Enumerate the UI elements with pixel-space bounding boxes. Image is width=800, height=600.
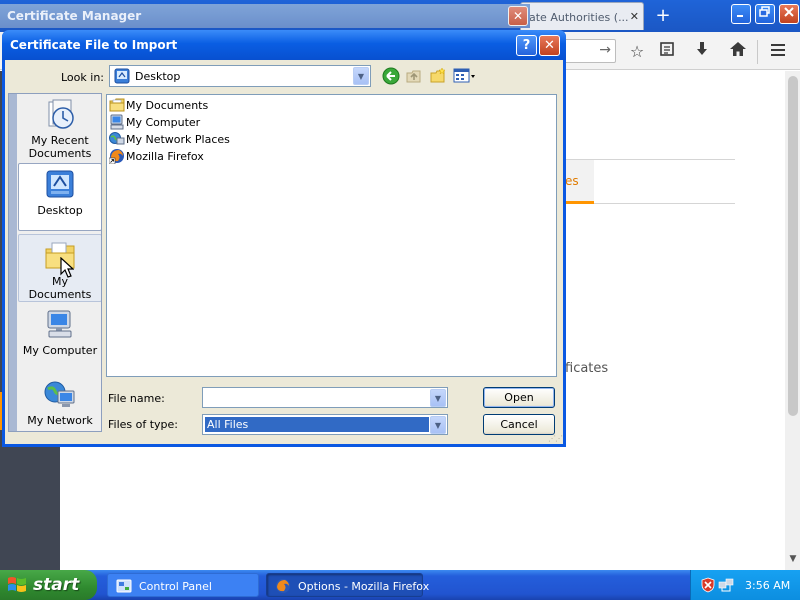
folder-icon	[109, 98, 125, 112]
mouse-pointer-icon	[60, 257, 74, 278]
taskbar-item-label: Options - Mozilla Firefox	[298, 580, 430, 593]
hamburger-menu-icon[interactable]	[767, 41, 789, 63]
certificate-manager-close-button[interactable]: ✕	[508, 6, 528, 26]
place-label: My Network	[27, 414, 93, 427]
cancel-button[interactable]: Cancel	[483, 414, 555, 435]
firefox-tab-certificate-authorities[interactable]: ate Authorities (... ✕	[520, 2, 644, 30]
tab-close-icon[interactable]: ✕	[630, 10, 639, 23]
file-name-input[interactable]: ▼	[202, 387, 448, 408]
back-arrow-icon[interactable]	[382, 67, 400, 85]
windows-logo-icon	[8, 577, 26, 592]
certificate-tab-label[interactable]: es	[565, 174, 579, 188]
dialog-title: Certificate File to Import	[10, 38, 178, 52]
home-icon[interactable]	[727, 41, 749, 63]
desktop-icon	[46, 170, 74, 198]
library-icon[interactable]	[656, 41, 678, 63]
taskbar-item-label: Control Panel	[139, 580, 212, 593]
open-button[interactable]: Open	[483, 387, 555, 408]
network-places-icon	[109, 132, 125, 145]
new-tab-button[interactable]: +	[652, 5, 674, 27]
taskbar-item-firefox-options[interactable]: Options - Mozilla Firefox	[266, 573, 429, 597]
firefox-tab-label: ate Authorities (...	[529, 11, 629, 24]
my-network-icon	[44, 381, 75, 407]
place-label: My Computer	[22, 344, 98, 357]
place-my-network[interactable]: My Network	[18, 374, 101, 431]
places-bar: My Recent Documents Desktop My Documents	[8, 93, 102, 432]
chevron-down-icon[interactable]: ▼	[430, 389, 446, 407]
taskbar: start Control Panel Options - Mozilla Fi…	[0, 570, 800, 600]
file-item-label: My Computer	[126, 116, 201, 129]
desktop-icon	[114, 68, 130, 84]
look-in-label: Look in:	[61, 71, 104, 84]
start-label: start	[33, 575, 80, 595]
dialog-body: Look in: Desktop ▼ My Recent Documents D…	[5, 60, 563, 444]
file-item-label: Mozilla Firefox	[126, 150, 204, 163]
certificates-text: ficates	[565, 361, 609, 376]
restore-icon	[759, 6, 770, 17]
dialog-titlebar[interactable]: Certificate File to Import ? ✕	[2, 30, 566, 60]
page-scrollbar-thumb[interactable]	[788, 76, 798, 416]
bookmark-star-icon[interactable]: ☆	[626, 41, 648, 63]
views-menu-icon[interactable]	[453, 67, 477, 85]
content-divider	[594, 203, 735, 204]
security-shield-icon[interactable]	[700, 577, 716, 593]
taskbar-item-control-panel[interactable]: Control Panel	[107, 573, 259, 597]
look-in-value: Desktop	[135, 70, 181, 83]
my-computer-icon	[47, 310, 72, 338]
place-desktop[interactable]: Desktop	[18, 163, 101, 231]
minimize-icon	[737, 15, 743, 17]
files-of-type-dropdown[interactable]: All Files ▼	[202, 414, 448, 435]
close-icon	[784, 7, 794, 17]
computer-icon	[110, 114, 124, 130]
file-item-label: My Network Places	[126, 133, 230, 146]
certificate-manager-titlebar: Certificate Manager ✕	[0, 4, 530, 28]
up-folder-icon[interactable]	[405, 67, 423, 85]
resize-grip-icon[interactable]: ⋰⋰	[548, 434, 563, 443]
scroll-down-arrow-icon[interactable]: ▼	[787, 554, 799, 566]
url-bar[interactable]: →	[560, 39, 616, 63]
download-icon[interactable]	[691, 41, 713, 63]
file-list[interactable]: My Documents My Computer My Network Plac…	[106, 94, 557, 377]
firefox-shortcut-icon	[109, 149, 124, 164]
place-my-computer[interactable]: My Computer	[18, 304, 101, 372]
place-label: Desktop	[37, 204, 83, 217]
certificate-file-import-dialog: Certificate File to Import ? ✕ Look in: …	[2, 30, 566, 447]
dialog-close-button[interactable]: ✕	[539, 35, 560, 56]
place-label: My Recent Documents	[28, 134, 92, 160]
clock[interactable]: 3:56 AM	[745, 579, 790, 592]
go-arrow-icon[interactable]: →	[599, 42, 611, 58]
chevron-down-icon[interactable]: ▼	[430, 416, 446, 434]
certificate-manager-title: Certificate Manager	[7, 9, 142, 23]
toolbar-separator	[757, 40, 758, 64]
firefox-minimize-button[interactable]	[731, 4, 751, 24]
look-in-dropdown[interactable]: Desktop ▼	[109, 65, 371, 87]
chevron-down-icon[interactable]: ▼	[353, 67, 369, 85]
place-my-recent-documents[interactable]: My Recent Documents	[18, 94, 101, 162]
new-folder-icon[interactable]	[429, 67, 447, 85]
files-of-type-value: All Files	[205, 417, 429, 432]
recent-documents-icon	[48, 99, 74, 129]
help-button[interactable]: ?	[516, 35, 537, 56]
network-tray-icon[interactable]	[718, 577, 734, 593]
file-name-label: File name:	[108, 392, 165, 405]
control-panel-icon	[116, 579, 132, 593]
file-item-label: My Documents	[126, 99, 209, 112]
start-button[interactable]: start	[0, 570, 97, 600]
firefox-icon	[276, 579, 290, 593]
system-tray: 3:56 AM	[690, 570, 800, 600]
firefox-close-button[interactable]	[779, 4, 799, 24]
files-of-type-label: Files of type:	[108, 418, 179, 431]
firefox-restore-button[interactable]	[755, 4, 775, 24]
